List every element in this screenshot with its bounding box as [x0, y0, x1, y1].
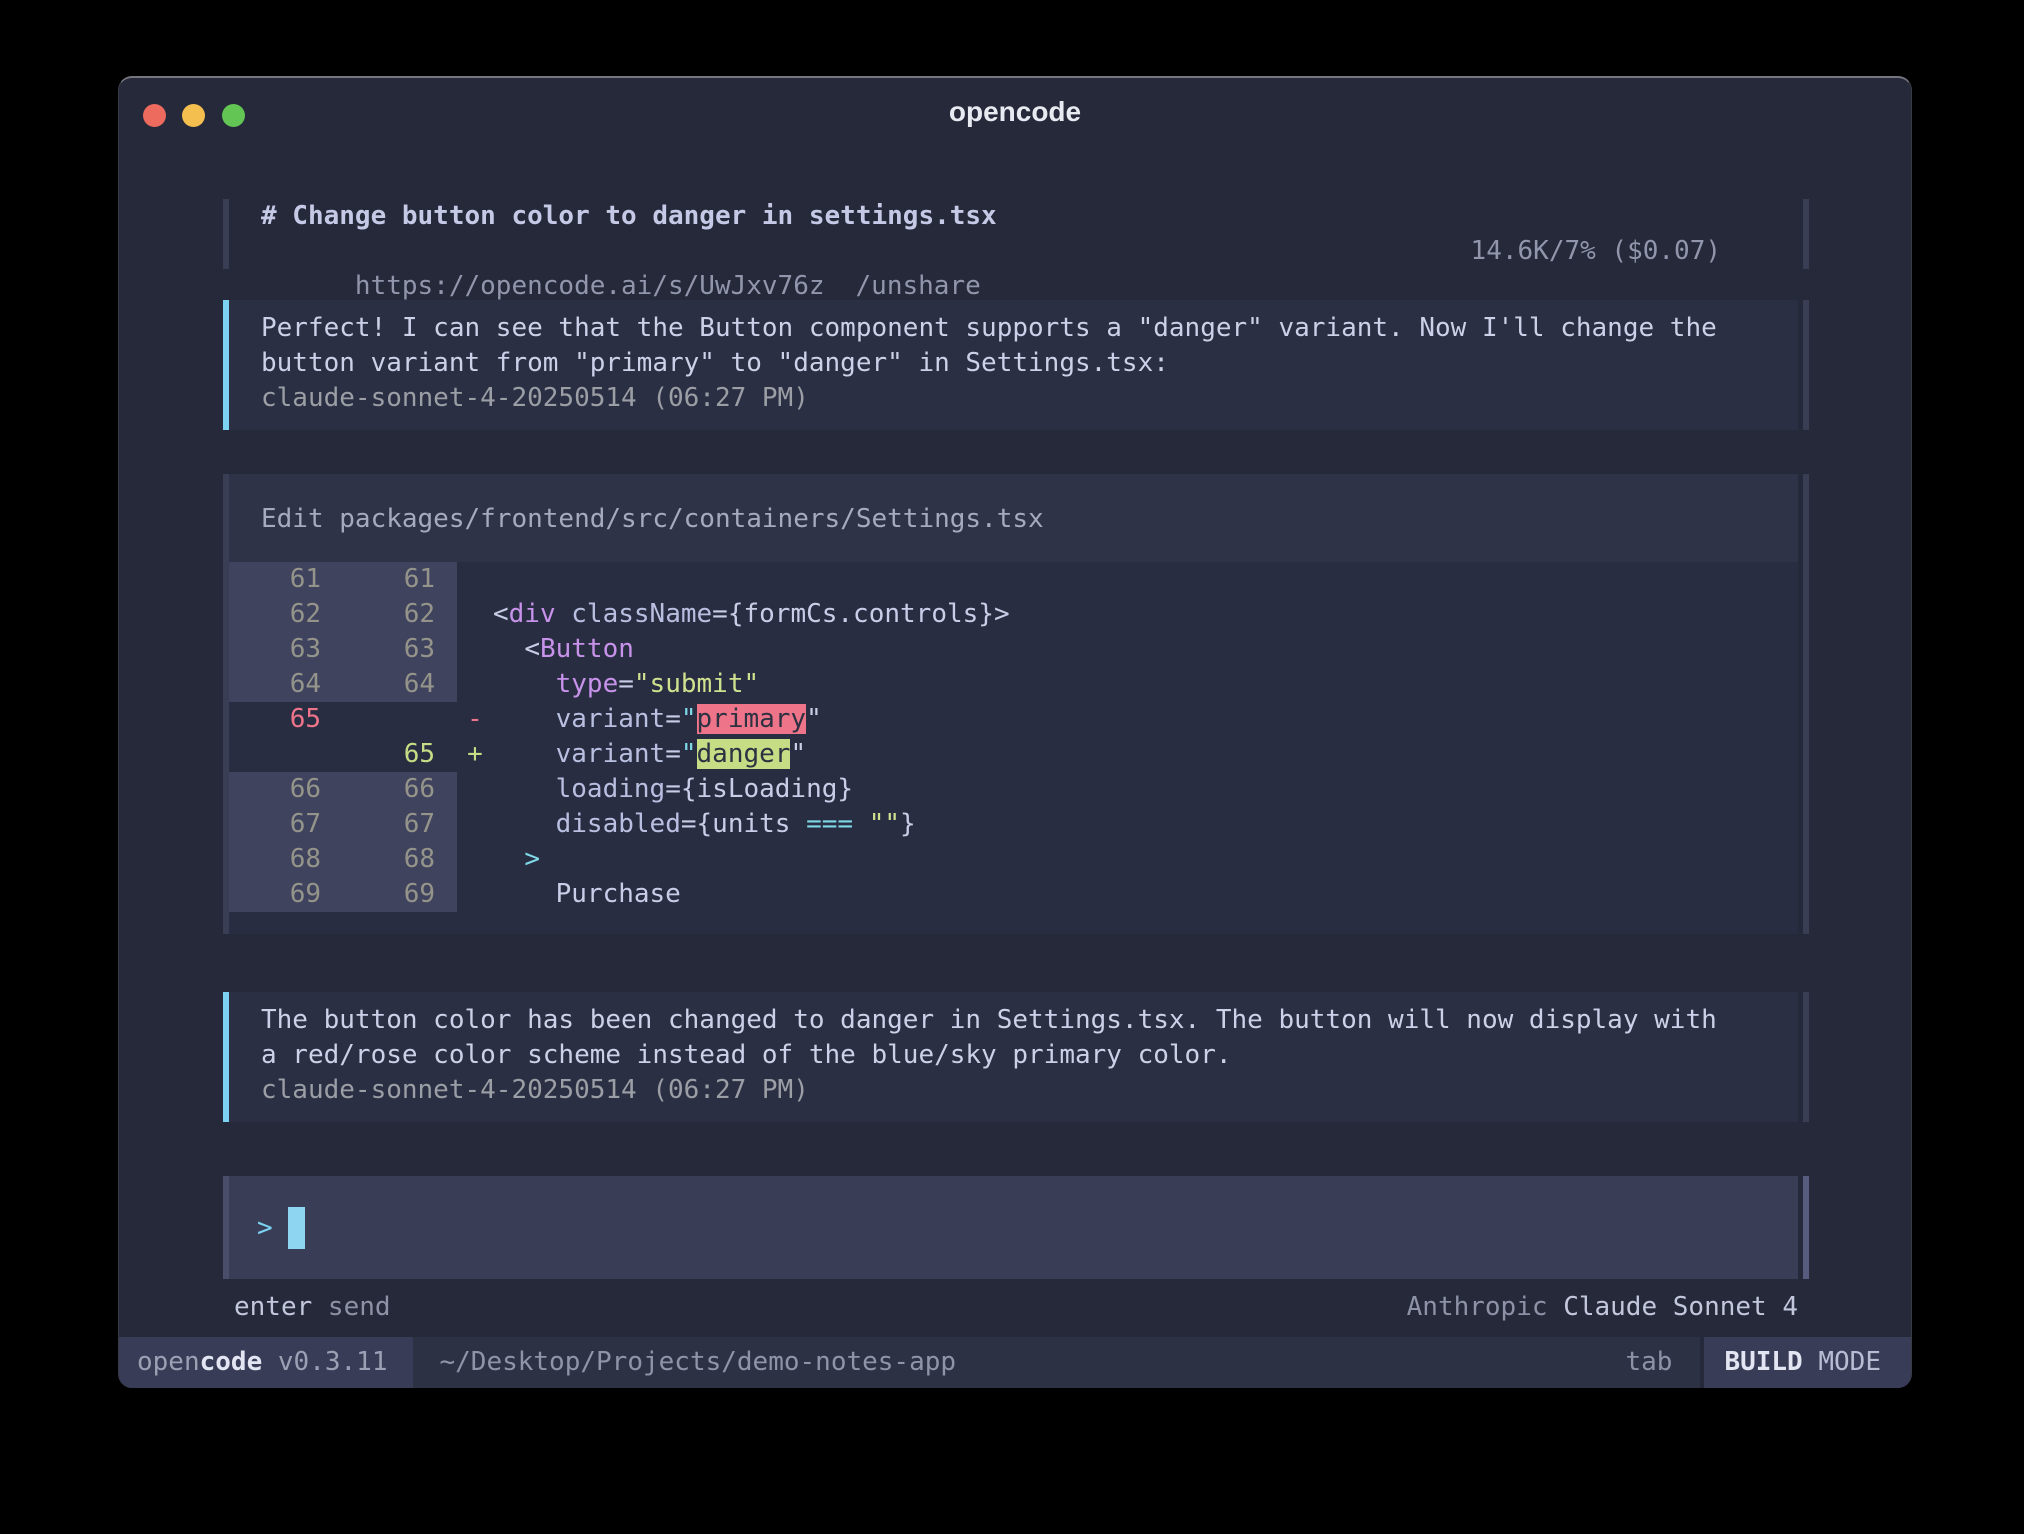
- app-version-chip: opencode v0.3.11: [119, 1337, 413, 1388]
- diff-change-sign: [457, 842, 493, 877]
- diff-code-line: <div className={formCs.controls}>: [493, 597, 1010, 632]
- diff-row: 65+ variant="danger": [229, 737, 1798, 772]
- diff-old-line-number: 63: [229, 632, 343, 667]
- chat-input[interactable]: >: [229, 1176, 1798, 1279]
- build-mode-chip[interactable]: BUILD MODE: [1704, 1337, 1911, 1388]
- message-line: The button color has been changed to dan…: [261, 1003, 1830, 1038]
- provider-label: Anthropic: [1407, 1292, 1564, 1322]
- diff-new-line-number: 61: [343, 562, 457, 597]
- diff-change-sign: [457, 562, 493, 597]
- diff-new-line-number: 68: [343, 842, 457, 877]
- message-line: button variant from "primary" to "danger…: [261, 346, 1830, 381]
- enter-key-label: enter: [234, 1292, 312, 1322]
- message-body: The button color has been changed to dan…: [229, 992, 1798, 1122]
- diff-row: 6666 loading={isLoading}: [229, 772, 1798, 807]
- working-directory: ~/Desktop/Projects/demo-notes-app: [439, 1337, 956, 1388]
- app-version: v0.3.11: [262, 1347, 387, 1377]
- window-title: opencode: [119, 96, 1911, 128]
- app-name-bold: code: [200, 1347, 263, 1377]
- diff-row: 6363 <Button: [229, 632, 1798, 667]
- diff-code-line: type="submit": [493, 667, 759, 702]
- diff-rows: 61616262 <div className={formCs.controls}…: [229, 562, 1798, 912]
- diff-code-line: >: [493, 842, 540, 877]
- session-header-right-border: [1803, 199, 1809, 269]
- share-url[interactable]: https://opencode.ai/s/UwJxv76z: [355, 271, 825, 301]
- edit-diff-panel: Edit packages/frontend/src/containers/Se…: [119, 474, 1911, 934]
- diff-code-line: variant="danger": [493, 737, 806, 772]
- text-cursor: [288, 1207, 305, 1249]
- diff-row: 6969 Purchase: [229, 877, 1798, 912]
- app-name-normal: open: [137, 1347, 200, 1377]
- diff-new-line-number: 65: [343, 737, 457, 772]
- diff-new-line-number: 67: [343, 807, 457, 842]
- diff-change-sign: -: [457, 702, 493, 737]
- context-usage-stats: 14.6K/7% ($0.07): [1471, 234, 1721, 269]
- message-line: Perfect! I can see that the Button compo…: [261, 311, 1830, 346]
- hints-row: enter send Anthropic Claude Sonnet 4: [229, 1290, 1798, 1325]
- model-label: Claude Sonnet 4: [1563, 1292, 1798, 1322]
- session-header-left-border: [223, 199, 229, 269]
- diff-old-line-number: [229, 737, 343, 772]
- diff-row: 6868 >: [229, 842, 1798, 877]
- model-indicator: Anthropic Claude Sonnet 4: [1407, 1290, 1798, 1325]
- send-hint: enter send: [234, 1290, 391, 1325]
- diff-content: Edit packages/frontend/src/containers/Se…: [229, 474, 1798, 934]
- diff-change-sign: [457, 807, 493, 842]
- opencode-terminal-window: opencode # Change button color to danger…: [118, 76, 1912, 1388]
- diff-old-line-number: 66: [229, 772, 343, 807]
- diff-old-line-number: 61: [229, 562, 343, 597]
- diff-row: 6464 type="submit": [229, 667, 1798, 702]
- prompt-chevron: >: [257, 1213, 273, 1243]
- diff-right-border: [1803, 474, 1809, 934]
- diff-new-line-number: 62: [343, 597, 457, 632]
- diff-change-sign: [457, 597, 493, 632]
- message-model-timestamp: claude-sonnet-4-20250514 (06:27 PM): [261, 1073, 1830, 1108]
- diff-code-line: variant="primary": [493, 702, 822, 737]
- diff-new-line-number: 64: [343, 667, 457, 702]
- input-right-border: [1803, 1176, 1809, 1279]
- diff-new-line-number: 69: [343, 877, 457, 912]
- diff-old-line-number: 62: [229, 597, 343, 632]
- diff-row: 65 - variant="primary": [229, 702, 1798, 737]
- session-subline: https://opencode.ai/s/UwJxv76z/unshare 1…: [261, 234, 1751, 269]
- send-action-label: send: [312, 1292, 390, 1322]
- diff-old-line-number: 65: [229, 702, 343, 737]
- diff-code-line: disabled={units === ""}: [493, 807, 916, 842]
- message-line: a red/rose color scheme instead of the b…: [261, 1038, 1830, 1073]
- diff-old-line-number: 67: [229, 807, 343, 842]
- assistant-message: The button color has been changed to dan…: [119, 992, 1911, 1122]
- diff-row: 6767 disabled={units === ""}: [229, 807, 1798, 842]
- diff-code-line: <Button: [493, 632, 634, 667]
- diff-change-sign: [457, 877, 493, 912]
- status-bar: opencode v0.3.11 ~/Desktop/Projects/demo…: [119, 1337, 1911, 1388]
- diff-old-line-number: 69: [229, 877, 343, 912]
- tab-key-hint[interactable]: tab: [1625, 1337, 1700, 1388]
- message-body: Perfect! I can see that the Button compo…: [229, 300, 1798, 430]
- assistant-message: Perfect! I can see that the Button compo…: [119, 300, 1911, 430]
- unshare-command: /unshare: [856, 271, 981, 301]
- session-header: # Change button color to danger in setti…: [119, 199, 1911, 269]
- title-bar: opencode: [119, 78, 1911, 138]
- diff-code-line: Purchase: [493, 877, 681, 912]
- chat-input-panel[interactable]: >: [119, 1176, 1911, 1279]
- diff-row: 6262 <div className={formCs.controls}>: [229, 597, 1798, 632]
- diff-row: 6161: [229, 562, 1798, 597]
- diff-old-line-number: 68: [229, 842, 343, 877]
- mode-name-rest: MODE: [1803, 1347, 1881, 1377]
- edit-file-title: Edit packages/frontend/src/containers/Se…: [229, 474, 1798, 562]
- mode-name-bold: BUILD: [1724, 1347, 1802, 1377]
- diff-change-sign: [457, 632, 493, 667]
- message-model-timestamp: claude-sonnet-4-20250514 (06:27 PM): [261, 381, 1830, 416]
- diff-new-line-number: 63: [343, 632, 457, 667]
- diff-new-line-number: 66: [343, 772, 457, 807]
- diff-old-line-number: 64: [229, 667, 343, 702]
- diff-change-sign: +: [457, 737, 493, 772]
- diff-change-sign: [457, 667, 493, 702]
- status-bar-spacer: [956, 1337, 1625, 1388]
- diff-change-sign: [457, 772, 493, 807]
- diff-code-line: loading={isLoading}: [493, 772, 853, 807]
- session-title: # Change button color to danger in setti…: [261, 199, 1751, 234]
- diff-new-line-number: [343, 702, 457, 737]
